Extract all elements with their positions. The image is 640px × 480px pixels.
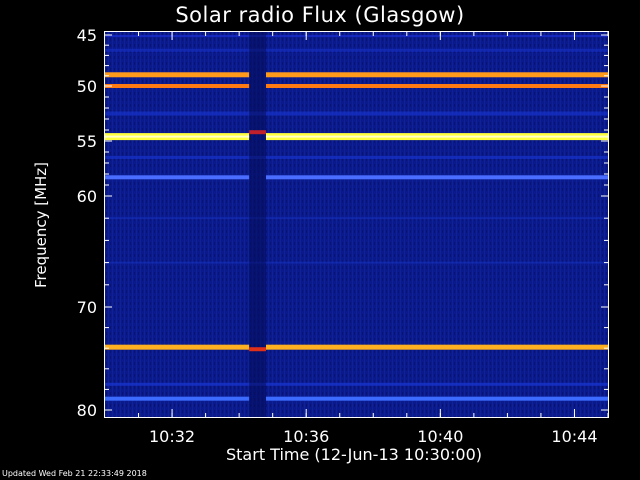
y-tick-label: 80 <box>77 401 97 420</box>
emission-line <box>105 396 250 401</box>
plot-area <box>105 32 608 417</box>
emission-line <box>265 175 608 180</box>
gap-marker <box>249 347 266 352</box>
y-tick-label: 50 <box>77 77 97 96</box>
gap-marker <box>249 130 266 135</box>
x-tick-label: 10:36 <box>283 427 329 446</box>
spectrogram-chart: 45 50 55 60 70 80 10:32 10:36 10:40 10:44 <box>77 26 609 446</box>
spectrogram-background <box>105 32 608 417</box>
y-tick-label: 55 <box>77 132 97 151</box>
data-gap <box>249 32 266 417</box>
background-band <box>105 35 608 38</box>
emission-line <box>105 84 250 88</box>
emission-line <box>105 72 250 78</box>
background-band <box>105 382 608 386</box>
emission-line <box>105 344 250 350</box>
background-band <box>105 261 608 264</box>
emission-line <box>265 396 608 401</box>
emission-line <box>105 175 250 180</box>
y-tick-label: 45 <box>77 26 97 45</box>
x-tick-label: 10:32 <box>149 427 195 446</box>
emission-line-core <box>105 135 250 138</box>
x-tick-label: 10:40 <box>417 427 463 446</box>
emission-line-core <box>265 135 608 138</box>
x-tick-label: 10:44 <box>551 427 597 446</box>
emission-line <box>265 84 608 88</box>
emission-line <box>265 72 608 78</box>
y-tick-label: 60 <box>77 187 97 206</box>
background-band <box>105 217 608 220</box>
y-tick-label: 70 <box>77 298 97 317</box>
background-band <box>105 111 608 116</box>
background-band <box>105 48 608 52</box>
background-band <box>105 156 608 159</box>
emission-line <box>265 344 608 350</box>
